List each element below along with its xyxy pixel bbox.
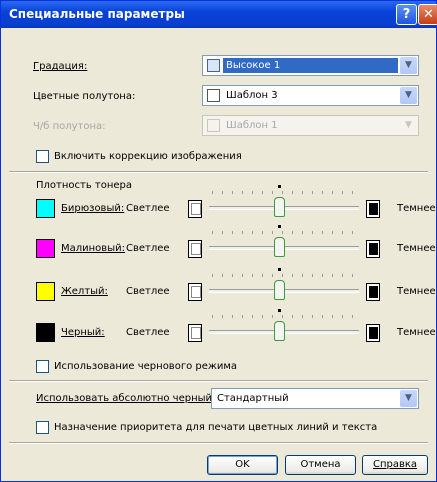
yellow-swatch bbox=[36, 282, 55, 301]
darker-label: Темнее bbox=[397, 286, 436, 297]
help-button[interactable]: Справка bbox=[362, 455, 428, 475]
lighter-label: Светлее bbox=[126, 203, 170, 214]
divider bbox=[9, 171, 428, 173]
priority-checkbox[interactable] bbox=[36, 421, 49, 434]
black-mode-label: Использование черновогo режима bbox=[54, 361, 238, 372]
gradation-select[interactable]: Высокое 1 ▼ bbox=[202, 55, 419, 76]
slider-ticks bbox=[212, 231, 357, 234]
cyan-slider-thumb[interactable] bbox=[274, 197, 285, 217]
title-help-button[interactable]: ? bbox=[396, 4, 417, 25]
default-marker bbox=[278, 309, 281, 312]
darker-label: Темнее bbox=[397, 203, 436, 214]
default-marker bbox=[278, 185, 281, 188]
lighter-label: Светлее bbox=[126, 327, 170, 338]
chevron-down-icon[interactable]: ▼ bbox=[400, 57, 417, 74]
toner-density-title: Плотность тонера bbox=[36, 180, 133, 191]
image-correction-checkbox[interactable] bbox=[36, 150, 49, 163]
dialog-window: Специальные параметры ? ✕ Градация: Высо… bbox=[0, 0, 437, 482]
magenta-swatch bbox=[36, 239, 55, 258]
dialog-title: Специальные параметры bbox=[9, 7, 185, 21]
black-swatch bbox=[36, 323, 55, 342]
lighter-label: Светлее bbox=[126, 286, 170, 297]
darker-icon bbox=[366, 324, 380, 342]
image-correction-label: Включить коррекцию изображения bbox=[54, 151, 242, 162]
color-halftones-label: Цветные полутона: bbox=[33, 91, 136, 102]
bw-halftones-label: Ч/б полутона: bbox=[33, 121, 106, 132]
pattern-icon bbox=[207, 89, 220, 102]
ok-button[interactable]: OK bbox=[207, 455, 278, 475]
chevron-down-icon[interactable]: ▼ bbox=[400, 87, 417, 104]
absolute-black-value: Стандартный bbox=[217, 393, 289, 404]
gradation-label: Градация: bbox=[33, 61, 88, 72]
darker-icon bbox=[366, 283, 380, 301]
lighter-icon bbox=[188, 200, 202, 218]
divider bbox=[9, 380, 428, 382]
darker-icon bbox=[366, 240, 380, 258]
magenta-slider-thumb[interactable] bbox=[274, 237, 285, 257]
divider bbox=[9, 442, 428, 444]
yellow-slider-thumb[interactable] bbox=[274, 280, 285, 300]
title-close-button[interactable]: ✕ bbox=[418, 4, 437, 25]
default-marker bbox=[278, 268, 281, 271]
color-halftones-select[interactable]: Шаблон 3 ▼ bbox=[202, 85, 419, 106]
slider-ticks bbox=[212, 315, 357, 318]
lighter-icon bbox=[188, 283, 202, 301]
pattern-icon bbox=[207, 119, 220, 132]
magenta-label: Малиновый: bbox=[61, 243, 125, 254]
black-label: Черный: bbox=[61, 327, 105, 338]
lighter-icon bbox=[188, 240, 202, 258]
darker-label: Темнее bbox=[397, 243, 436, 254]
priority-label: Назначение приоритета для печати цветных… bbox=[54, 422, 378, 433]
gradation-value: Высокое 1 bbox=[223, 58, 398, 73]
lighter-icon bbox=[188, 324, 202, 342]
color-halftones-value: Шаблон 3 bbox=[226, 90, 278, 101]
gradation-icon bbox=[207, 59, 220, 72]
title-bar[interactable]: Специальные параметры ? ✕ bbox=[1, 1, 437, 28]
cancel-button[interactable]: Отмена bbox=[285, 455, 356, 475]
dialog-body: Градация: Высокое 1 ▼ Цветные полутона: … bbox=[4, 28, 436, 479]
darker-icon bbox=[366, 200, 380, 218]
slider-ticks bbox=[212, 274, 357, 277]
darker-label: Темнее bbox=[397, 327, 436, 338]
lighter-label: Светлее bbox=[126, 243, 170, 254]
cyan-swatch bbox=[36, 199, 55, 218]
cyan-label: Бирюзовый: bbox=[61, 203, 125, 214]
bw-halftones-value: Шаблон 1 bbox=[226, 120, 278, 131]
default-marker bbox=[278, 225, 281, 228]
chevron-down-icon[interactable]: ▼ bbox=[400, 390, 417, 407]
black-mode-checkbox[interactable] bbox=[36, 360, 49, 373]
chevron-down-icon: ▼ bbox=[400, 117, 417, 134]
black-slider-thumb[interactable] bbox=[274, 321, 285, 341]
slider-ticks bbox=[212, 191, 357, 194]
absolute-black-select[interactable]: Стандартный ▼ bbox=[211, 388, 419, 409]
absolute-black-label: Использовать абсолютно черный: bbox=[36, 393, 216, 404]
yellow-label: Желтый: bbox=[61, 286, 108, 297]
bw-halftones-select: Шаблон 1 ▼ bbox=[202, 115, 419, 136]
